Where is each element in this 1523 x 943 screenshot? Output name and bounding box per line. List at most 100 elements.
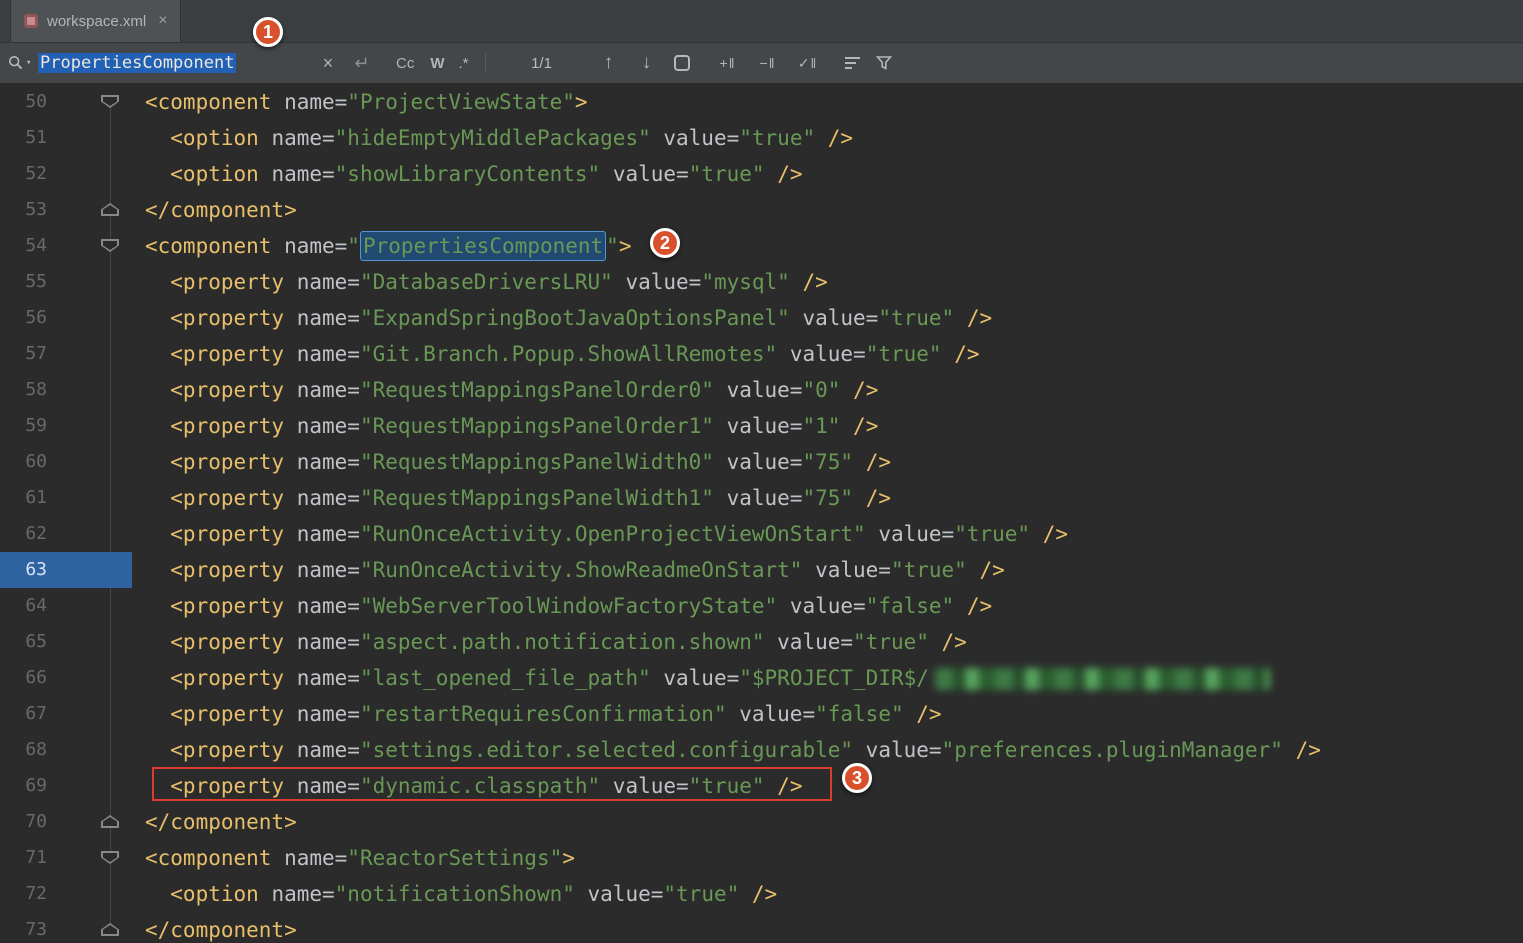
code-line-64[interactable]: 64<property name="WebServerToolWindowFac… [0,588,1523,624]
gutter: 59 [0,408,132,444]
code-text: </component> [132,192,297,228]
code-token: "restartRequiresConfirmation" [360,702,727,726]
filter-icon[interactable] [876,55,892,71]
find-in-selection-icon[interactable] [674,55,690,71]
line-number: 61 [0,480,47,516]
filter-results-icon[interactable] [844,55,862,71]
code-line-65[interactable]: 65<property name="aspect.path.notificati… [0,624,1523,660]
code-token: "RequestMappingsPanelOrder0" [360,378,714,402]
code-line-55[interactable]: 55 <property name="DatabaseDriversLRU" va… [0,264,1523,300]
add-occurrence-icon[interactable]: +ǁ [714,55,742,71]
whole-words-toggle[interactable]: W [430,55,444,72]
code-line-57[interactable]: 57<property name="Git.Branch.Popup.ShowA… [0,336,1523,372]
code-editor[interactable]: 50<component name="ProjectViewState">51<… [0,84,1523,943]
line-number: 71 [0,840,47,876]
code-line-60[interactable]: 60 <property name="RequestMappingsPanelWi… [0,444,1523,480]
code-line-54[interactable]: 54<component name="PropertiesComponent"> [0,228,1523,264]
code-token: /> [1283,738,1321,762]
code-text: <option name="showLibraryContents" value… [157,156,802,192]
gutter: 60 [0,444,132,480]
code-token: <property [170,738,296,762]
tab-close-icon[interactable]: × [158,12,167,30]
match-case-toggle[interactable]: Cc [396,55,414,72]
code-token: name= [297,666,360,690]
fold-toggle-icon[interactable] [101,815,119,828]
code-line-50[interactable]: 50<component name="ProjectViewState"> [0,84,1523,120]
newline-icon[interactable]: ↵ [350,53,374,74]
code-text: <component name="PropertiesComponent"> [132,228,631,264]
code-line-73[interactable]: 73</component> [0,912,1523,943]
code-token: name= [271,126,334,150]
fold-toggle-icon[interactable] [101,239,119,252]
code-line-58[interactable]: 58<property name="RequestMappingsPanelOr… [0,372,1523,408]
line-number: 66 [0,660,47,696]
code-text: <component name="ReactorSettings"> [132,840,575,876]
clear-search-icon[interactable]: × [316,53,340,74]
code-line-53[interactable]: 53</component> [0,192,1523,228]
code-line-52[interactable]: 52 <option name="showLibraryContents" val… [0,156,1523,192]
code-token: value= [651,126,740,150]
code-token: value= [714,486,803,510]
line-number: 52 [0,156,47,192]
code-token: value= [790,306,879,330]
search-input[interactable]: PropertiesComponent [38,53,310,73]
code-text: <property name="DatabaseDriversLRU" valu… [157,264,828,300]
line-number: 56 [0,300,47,336]
code-token: name= [284,234,347,258]
fold-toggle-icon[interactable] [101,95,119,108]
code-token: " [606,234,619,258]
code-token: name= [297,738,360,762]
code-line-63[interactable]: 63<property name="RunOnceActivity.ShowRe… [0,552,1523,588]
fold-toggle-icon[interactable] [101,923,119,936]
code-line-67[interactable]: 67<property name="restartRequiresConfirm… [0,696,1523,732]
regex-toggle[interactable]: .* [459,55,469,72]
code-text: <property name="Git.Branch.Popup.ShowAll… [157,336,979,372]
code-token: "notificationShown" [335,882,575,906]
line-number: 60 [0,444,47,480]
code-line-70[interactable]: 70</component> [0,804,1523,840]
code-line-62[interactable]: 62<property name="RunOnceActivity.OpenPr… [0,516,1523,552]
code-line-72[interactable]: 72<option name="notificationShown" value… [0,876,1523,912]
gutter: 52 [0,156,132,192]
previous-occurrence-icon[interactable]: ↑ [598,52,620,74]
ide-window: workspace.xml × ▾ PropertiesComponent × … [0,0,1523,943]
code-token: "75" [802,486,853,510]
line-number: 55 [0,264,47,300]
code-token: <property [170,342,296,366]
fold-toggle-icon[interactable] [101,203,119,216]
code-token: value= [853,738,942,762]
code-token: value= [777,594,866,618]
find-bar: ▾ PropertiesComponent × ↵ Cc W .* 1/1 ↑ … [0,43,1523,84]
fold-toggle-icon[interactable] [101,851,119,864]
tab-workspace-xml[interactable]: workspace.xml × [10,0,181,42]
code-token: "showLibraryContents" [335,162,601,186]
annotation-badge-3: 3 [842,763,872,793]
code-line-51[interactable]: 51<option name="hideEmptyMiddlePackages"… [0,120,1523,156]
code-token: </component> [145,810,297,834]
code-line-66[interactable]: 66<property name="last_opened_file_path"… [0,660,1523,696]
code-token: <component [145,846,284,870]
next-occurrence-icon[interactable]: ↓ [636,52,658,74]
select-all-occurrences-icon[interactable]: ✓ǁ [794,55,822,72]
code-text: <property name="RequestMappingsPanelWidt… [157,444,891,480]
line-number: 69 [0,768,47,804]
code-line-56[interactable]: 56<property name="ExpandSpringBootJavaOp… [0,300,1523,336]
search-icon[interactable]: ▾ [8,55,38,71]
code-token: /> [942,342,980,366]
code-text: <option name="hideEmptyMiddlePackages" v… [157,120,853,156]
code-line-69[interactable]: 69<property name="dynamic.classpath" val… [0,768,1523,804]
code-token: /> [954,594,992,618]
code-token: "ReactorSettings" [347,846,562,870]
code-line-68[interactable]: 68<property name="settings.editor.select… [0,732,1523,768]
gutter: 66 [0,660,132,696]
remove-occurrence-icon[interactable]: −ǁ [754,55,782,71]
gutter-current-line: 63 [0,552,132,588]
code-token: <property [170,270,296,294]
code-line-71[interactable]: 71 <component name="ReactorSettings"> [0,840,1523,876]
code-token: name= [271,162,334,186]
code-line-61[interactable]: 61<property name="RequestMappingsPanelWi… [0,480,1523,516]
search-history-caret-icon[interactable]: ▾ [26,58,31,68]
code-line-59[interactable]: 59<property name="RequestMappingsPanelOr… [0,408,1523,444]
code-token: <property [170,486,296,510]
code-token: <property [170,450,296,474]
